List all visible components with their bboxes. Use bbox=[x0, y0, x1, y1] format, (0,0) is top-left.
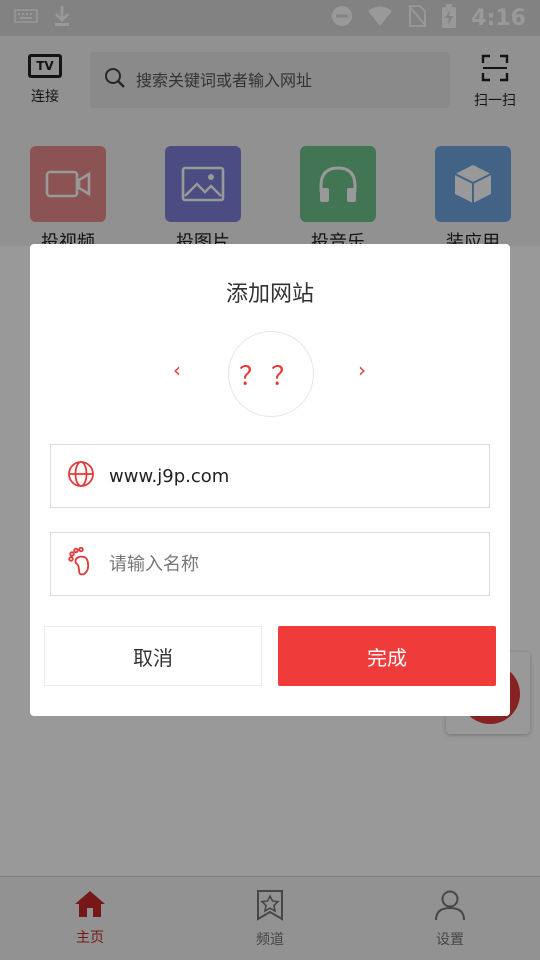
url-input[interactable] bbox=[109, 465, 469, 487]
done-button[interactable]: 完成 bbox=[278, 626, 496, 686]
name-input[interactable] bbox=[109, 553, 469, 575]
globe-icon bbox=[67, 460, 95, 492]
prev-icon-button[interactable]: ‹ bbox=[173, 358, 181, 382]
footprint-icon bbox=[67, 546, 95, 581]
url-field[interactable] bbox=[50, 444, 490, 508]
site-icon-placeholder[interactable]: ？？ bbox=[228, 331, 314, 417]
next-icon-button[interactable]: › bbox=[358, 358, 366, 382]
dialog-title: 添加网站 bbox=[225, 282, 314, 307]
add-site-dialog: 添加网站 ‹ ？？ › 取消 完成 bbox=[30, 244, 510, 716]
name-field[interactable] bbox=[50, 532, 490, 596]
cancel-button[interactable]: 取消 bbox=[44, 626, 262, 686]
